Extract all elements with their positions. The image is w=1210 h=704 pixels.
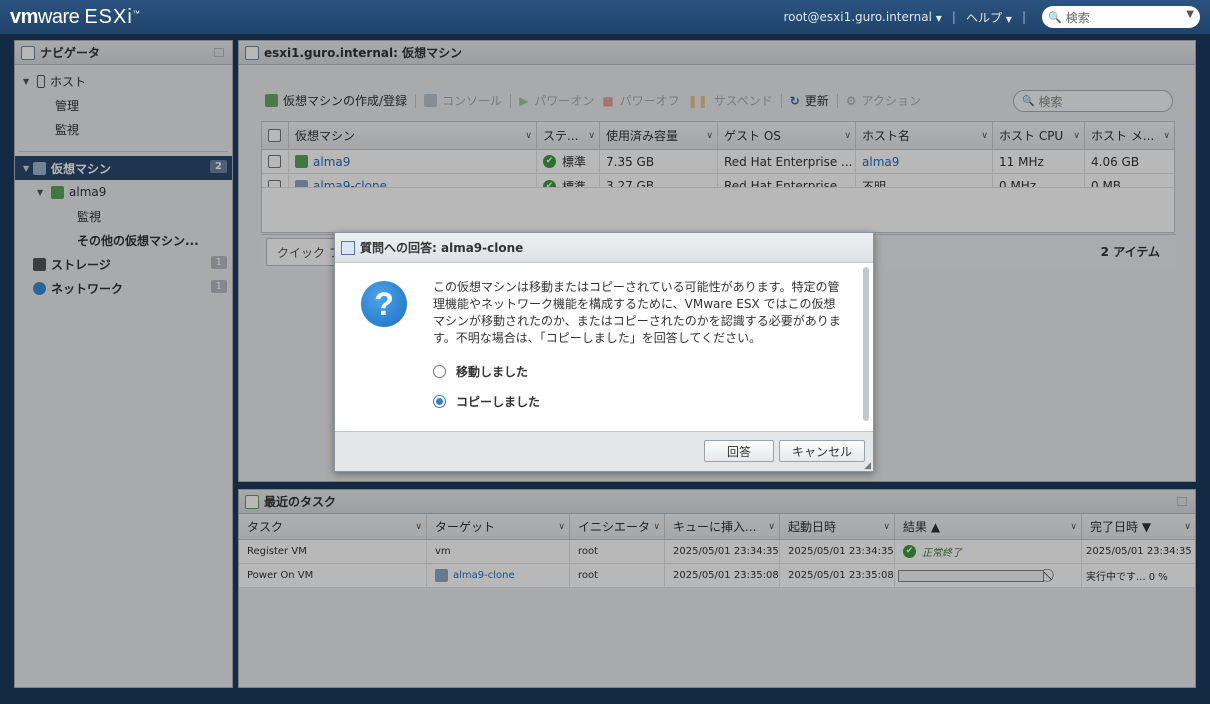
vmware-logo: vmware ESXi™ bbox=[10, 6, 140, 28]
resize-handle-icon[interactable]: ◢ bbox=[864, 461, 871, 471]
dialog-title: 質問への回答: alma9-clone bbox=[360, 241, 524, 255]
cancel-button[interactable]: キャンセル bbox=[779, 440, 865, 462]
top-bar: vmware ESXi™ root@esxi1.guro.internal ▼ … bbox=[0, 0, 1210, 34]
answer-button[interactable]: 回答 bbox=[704, 440, 774, 462]
radio-moved[interactable] bbox=[433, 365, 446, 378]
question-icon: ? bbox=[361, 281, 407, 327]
search-icon: 🔍 bbox=[1048, 10, 1062, 24]
dialog-body: ? この仮想マシンは移動またはコピーされている可能性があります。特定の管理機能や… bbox=[335, 263, 873, 431]
radio-copied[interactable] bbox=[433, 395, 446, 408]
top-search-input[interactable]: 🔍 検索 ▼ bbox=[1042, 6, 1200, 28]
chevron-down-icon: ▼ bbox=[1186, 9, 1194, 20]
dialog-header: 質問への回答: alma9-clone bbox=[335, 233, 873, 263]
question-dialog-icon bbox=[341, 240, 355, 255]
question-dialog: 質問への回答: alma9-clone ? この仮想マシンは移動またはコピーされ… bbox=[334, 232, 874, 472]
dialog-message: この仮想マシンは移動またはコピーされている可能性があります。特定の管理機能やネッ… bbox=[433, 280, 841, 345]
help-menu[interactable]: ヘルプ ▼ bbox=[966, 9, 1012, 26]
chevron-down-icon: ▼ bbox=[1005, 14, 1012, 24]
option-moved[interactable]: 移動しました bbox=[433, 363, 528, 380]
chevron-down-icon: ▼ bbox=[935, 14, 942, 23]
option-copied[interactable]: コピーしました bbox=[433, 393, 540, 410]
dialog-footer: 回答 キャンセル ◢ bbox=[335, 431, 873, 471]
dialog-scrollbar[interactable] bbox=[863, 267, 869, 421]
user-menu[interactable]: root@esxi1.guro.internal ▼ bbox=[783, 10, 941, 24]
